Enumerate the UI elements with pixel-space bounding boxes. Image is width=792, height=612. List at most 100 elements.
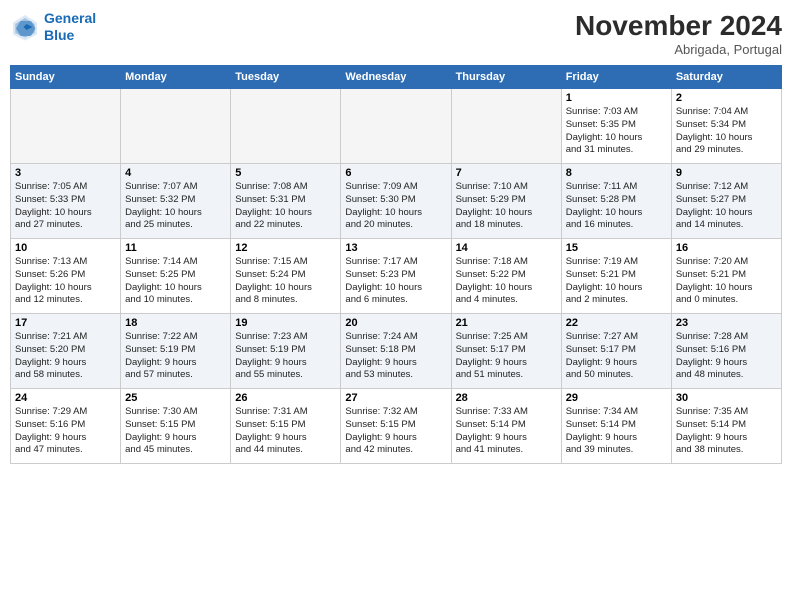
calendar-cell: 18 Sunrise: 7:22 AM Sunset: 5:19 PM Dayli… xyxy=(121,314,231,389)
calendar-cell: 12 Sunrise: 7:15 AM Sunset: 5:24 PM Dayli… xyxy=(231,239,341,314)
day-info: Sunrise: 7:32 AM Sunset: 5:15 PM Dayligh… xyxy=(345,406,446,457)
location-subtitle: Abrigada, Portugal xyxy=(575,42,782,57)
calendar-week-row: 24 Sunrise: 7:29 AM Sunset: 5:16 PM Dayli… xyxy=(11,389,782,464)
day-number: 15 xyxy=(566,242,667,254)
day-info: Sunrise: 7:27 AM Sunset: 5:17 PM Dayligh… xyxy=(566,331,667,382)
day-info: Sunrise: 7:35 AM Sunset: 5:14 PM Dayligh… xyxy=(676,406,777,457)
calendar-cell: 1 Sunrise: 7:03 AM Sunset: 5:35 PM Daylig… xyxy=(561,89,671,164)
day-info: Sunrise: 7:04 AM Sunset: 5:34 PM Dayligh… xyxy=(676,106,777,157)
day-number: 25 xyxy=(125,392,226,404)
day-info: Sunrise: 7:05 AM Sunset: 5:33 PM Dayligh… xyxy=(15,181,116,232)
calendar-cell: 8 Sunrise: 7:11 AM Sunset: 5:28 PM Daylig… xyxy=(561,164,671,239)
weekday-header-monday: Monday xyxy=(121,66,231,89)
calendar-cell: 10Sunrise: 7:13 AM Sunset: 5:26 PM Dayli… xyxy=(11,239,121,314)
day-info: Sunrise: 7:30 AM Sunset: 5:15 PM Dayligh… xyxy=(125,406,226,457)
day-number: 21 xyxy=(456,317,557,329)
calendar-cell: 29 Sunrise: 7:34 AM Sunset: 5:14 PM Dayli… xyxy=(561,389,671,464)
day-info: Sunrise: 7:25 AM Sunset: 5:17 PM Dayligh… xyxy=(456,331,557,382)
calendar-week-row: 1 Sunrise: 7:03 AM Sunset: 5:35 PM Daylig… xyxy=(11,89,782,164)
calendar-cell: 5 Sunrise: 7:08 AM Sunset: 5:31 PM Daylig… xyxy=(231,164,341,239)
day-info: Sunrise: 7:23 AM Sunset: 5:19 PM Dayligh… xyxy=(235,331,336,382)
calendar-cell: 11Sunrise: 7:14 AM Sunset: 5:25 PM Dayli… xyxy=(121,239,231,314)
weekday-header-row: SundayMondayTuesdayWednesdayThursdayFrid… xyxy=(11,66,782,89)
day-info: Sunrise: 7:08 AM Sunset: 5:31 PM Dayligh… xyxy=(235,181,336,232)
calendar-cell: 25 Sunrise: 7:30 AM Sunset: 5:15 PM Dayli… xyxy=(121,389,231,464)
calendar-cell: 24 Sunrise: 7:29 AM Sunset: 5:16 PM Dayli… xyxy=(11,389,121,464)
weekday-header-friday: Friday xyxy=(561,66,671,89)
calendar-cell xyxy=(341,89,451,164)
day-info: Sunrise: 7:03 AM Sunset: 5:35 PM Dayligh… xyxy=(566,106,667,157)
day-number: 8 xyxy=(566,167,667,179)
day-info: Sunrise: 7:24 AM Sunset: 5:18 PM Dayligh… xyxy=(345,331,446,382)
day-number: 1 xyxy=(566,92,667,104)
day-info: Sunrise: 7:15 AM Sunset: 5:24 PM Dayligh… xyxy=(235,256,336,307)
calendar-cell: 6 Sunrise: 7:09 AM Sunset: 5:30 PM Daylig… xyxy=(341,164,451,239)
day-info: Sunrise: 7:07 AM Sunset: 5:32 PM Dayligh… xyxy=(125,181,226,232)
day-info: Sunrise: 7:19 AM Sunset: 5:21 PM Dayligh… xyxy=(566,256,667,307)
weekday-header-thursday: Thursday xyxy=(451,66,561,89)
calendar-cell: 28Sunrise: 7:33 AM Sunset: 5:14 PM Dayli… xyxy=(451,389,561,464)
calendar-cell: 13 Sunrise: 7:17 AM Sunset: 5:23 PM Dayli… xyxy=(341,239,451,314)
day-info: Sunrise: 7:34 AM Sunset: 5:14 PM Dayligh… xyxy=(566,406,667,457)
calendar-cell xyxy=(121,89,231,164)
day-number: 2 xyxy=(676,92,777,104)
day-info: Sunrise: 7:22 AM Sunset: 5:19 PM Dayligh… xyxy=(125,331,226,382)
logo-text-blue: Blue xyxy=(44,27,74,43)
day-info: Sunrise: 7:29 AM Sunset: 5:16 PM Dayligh… xyxy=(15,406,116,457)
day-info: Sunrise: 7:12 AM Sunset: 5:27 PM Dayligh… xyxy=(676,181,777,232)
day-number: 24 xyxy=(15,392,116,404)
calendar-cell: 30 Sunrise: 7:35 AM Sunset: 5:14 PM Dayli… xyxy=(671,389,781,464)
day-number: 4 xyxy=(125,167,226,179)
weekday-header-saturday: Saturday xyxy=(671,66,781,89)
calendar-cell: 23Sunrise: 7:28 AM Sunset: 5:16 PM Dayli… xyxy=(671,314,781,389)
day-info: Sunrise: 7:09 AM Sunset: 5:30 PM Dayligh… xyxy=(345,181,446,232)
calendar-cell: 21 Sunrise: 7:25 AM Sunset: 5:17 PM Dayli… xyxy=(451,314,561,389)
calendar-week-row: 17 Sunrise: 7:21 AM Sunset: 5:20 PM Dayli… xyxy=(11,314,782,389)
calendar-cell: 4 Sunrise: 7:07 AM Sunset: 5:32 PM Daylig… xyxy=(121,164,231,239)
calendar-cell: 7 Sunrise: 7:10 AM Sunset: 5:29 PM Daylig… xyxy=(451,164,561,239)
day-info: Sunrise: 7:21 AM Sunset: 5:20 PM Dayligh… xyxy=(15,331,116,382)
day-number: 7 xyxy=(456,167,557,179)
day-number: 20 xyxy=(345,317,446,329)
day-info: Sunrise: 7:20 AM Sunset: 5:21 PM Dayligh… xyxy=(676,256,777,307)
day-info: Sunrise: 7:31 AM Sunset: 5:15 PM Dayligh… xyxy=(235,406,336,457)
calendar-cell: 3 Sunrise: 7:05 AM Sunset: 5:33 PM Daylig… xyxy=(11,164,121,239)
day-info: Sunrise: 7:10 AM Sunset: 5:29 PM Dayligh… xyxy=(456,181,557,232)
calendar-cell: 19Sunrise: 7:23 AM Sunset: 5:19 PM Dayli… xyxy=(231,314,341,389)
day-info: Sunrise: 7:17 AM Sunset: 5:23 PM Dayligh… xyxy=(345,256,446,307)
day-number: 6 xyxy=(345,167,446,179)
weekday-header-tuesday: Tuesday xyxy=(231,66,341,89)
calendar-table: SundayMondayTuesdayWednesdayThursdayFrid… xyxy=(10,65,782,464)
day-number: 14 xyxy=(456,242,557,254)
calendar-cell: 20 Sunrise: 7:24 AM Sunset: 5:18 PM Dayli… xyxy=(341,314,451,389)
day-number: 23 xyxy=(676,317,777,329)
day-info: Sunrise: 7:33 AM Sunset: 5:14 PM Dayligh… xyxy=(456,406,557,457)
day-info: Sunrise: 7:11 AM Sunset: 5:28 PM Dayligh… xyxy=(566,181,667,232)
day-info: Sunrise: 7:18 AM Sunset: 5:22 PM Dayligh… xyxy=(456,256,557,307)
calendar-cell: 17 Sunrise: 7:21 AM Sunset: 5:20 PM Dayli… xyxy=(11,314,121,389)
day-number: 17 xyxy=(15,317,116,329)
day-number: 3 xyxy=(15,167,116,179)
month-title: November 2024 xyxy=(575,10,782,42)
calendar-cell: 26Sunrise: 7:31 AM Sunset: 5:15 PM Dayli… xyxy=(231,389,341,464)
calendar-cell: 14 Sunrise: 7:18 AM Sunset: 5:22 PM Dayli… xyxy=(451,239,561,314)
weekday-header-sunday: Sunday xyxy=(11,66,121,89)
day-number: 10 xyxy=(15,242,116,254)
calendar-cell: 16 Sunrise: 7:20 AM Sunset: 5:21 PM Dayli… xyxy=(671,239,781,314)
calendar-cell: 15 Sunrise: 7:19 AM Sunset: 5:21 PM Dayli… xyxy=(561,239,671,314)
logo-icon xyxy=(10,12,40,42)
day-number: 29 xyxy=(566,392,667,404)
day-number: 18 xyxy=(125,317,226,329)
day-number: 13 xyxy=(345,242,446,254)
logo: General Blue xyxy=(10,10,96,44)
day-number: 27 xyxy=(345,392,446,404)
logo-text-general: General xyxy=(44,10,96,26)
calendar-cell: 2 Sunrise: 7:04 AM Sunset: 5:34 PM Daylig… xyxy=(671,89,781,164)
day-number: 16 xyxy=(676,242,777,254)
calendar-week-row: 3 Sunrise: 7:05 AM Sunset: 5:33 PM Daylig… xyxy=(11,164,782,239)
title-block: November 2024 Abrigada, Portugal xyxy=(575,10,782,57)
day-number: 5 xyxy=(235,167,336,179)
calendar-cell: 22Sunrise: 7:27 AM Sunset: 5:17 PM Dayli… xyxy=(561,314,671,389)
day-number: 30 xyxy=(676,392,777,404)
day-number: 12 xyxy=(235,242,336,254)
